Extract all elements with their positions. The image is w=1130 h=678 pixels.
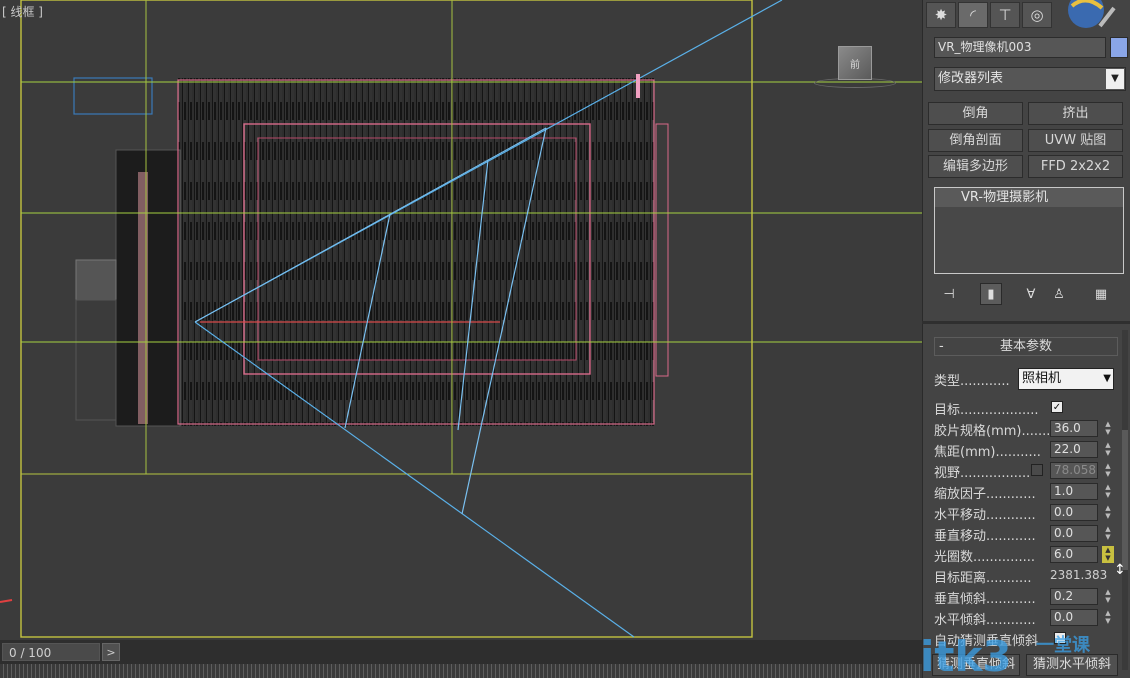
type-value: 照相机 [1022, 371, 1062, 386]
stack-item[interactable]: VR-物理摄影机 [935, 188, 1123, 207]
create-icon[interactable]: ✸ [926, 2, 956, 28]
chevron-down-icon: ▼ [1103, 373, 1111, 384]
spinner-arrows-icon[interactable]: ▲ ▼ [1102, 609, 1114, 626]
type-dropdown[interactable]: 照相机 ▼ [1018, 368, 1114, 390]
collapse-icon: - [939, 339, 944, 354]
time-next-button[interactable]: > [102, 643, 120, 661]
fov-checkbox[interactable] [1031, 464, 1043, 476]
zoom-factor-field[interactable]: 1.0 [1050, 483, 1098, 500]
spinner-arrows-icon[interactable]: ▲ ▼ [1102, 504, 1114, 521]
track-bar[interactable] [0, 664, 922, 678]
viewport-label[interactable]: [ 线框 ] [2, 3, 43, 20]
scene-plant [75, 259, 117, 301]
remove-modifier-icon[interactable]: ♙ [1048, 283, 1070, 305]
resize-cursor-icon: ↕ [1114, 562, 1126, 578]
modify-icon[interactable]: ◜ [958, 2, 988, 28]
spinner-arrows-icon[interactable]: ▲ ▼ [1102, 420, 1114, 437]
modifier-stack[interactable]: VR-物理摄影机 [934, 187, 1124, 274]
spinner-arrows-icon[interactable]: ▲ ▼ [1102, 546, 1114, 563]
vertical-shift-field[interactable]: 0.0 [1050, 525, 1098, 542]
fov-label: 视野................. [934, 466, 1031, 481]
watermark-logo: itk3 一堂课 [920, 632, 1091, 677]
spinner-arrows-icon[interactable]: ▲ ▼ [1102, 588, 1114, 605]
modifier-list-label: 修改器列表 [938, 71, 1004, 86]
horizontal-tilt-label: 水平倾斜............ [934, 613, 1036, 628]
spinner-arrows-icon[interactable]: ▲ ▼ [1102, 483, 1114, 500]
f-number-field[interactable]: 6.0 [1050, 546, 1098, 563]
object-color-swatch[interactable] [1110, 37, 1128, 58]
type-label: 类型............ [934, 374, 1010, 389]
bevel-profile-button[interactable]: 倒角剖面 [928, 129, 1023, 152]
stack-tools: ⊣ ▮ ∀ ♙ ▦ [934, 283, 1124, 305]
film-gate-field[interactable]: 36.0 [1050, 420, 1098, 437]
uvw-map-button[interactable]: UVW 贴图 [1028, 129, 1123, 152]
chevron-down-icon: ▼ [1106, 69, 1124, 89]
panel-tabs: ✸ ◜ ⊤ ◎ [926, 2, 1052, 30]
rollout-title: 基本参数 [999, 339, 1052, 354]
target-checkbox[interactable]: ✓ [1051, 401, 1063, 413]
watermark-subtext: 一堂课 [1036, 634, 1091, 656]
vertical-tilt-field[interactable]: 0.2 [1050, 588, 1098, 605]
extrude-button[interactable]: 挤出 [1028, 102, 1123, 125]
scene-blue-box [73, 77, 153, 115]
motion-icon[interactable]: ◎ [1022, 2, 1052, 28]
vertical-shift-label: 垂直移动............ [934, 529, 1036, 544]
app-logo-icon [1068, 0, 1116, 28]
viewcube[interactable]: 前 [838, 46, 872, 80]
zoom-factor-label: 缩放因子............ [934, 487, 1036, 502]
show-end-result-icon[interactable]: ▮ [980, 283, 1002, 305]
horizontal-tilt-field[interactable]: 0.0 [1050, 609, 1098, 626]
object-name-field[interactable]: VR_物理像机003 [934, 37, 1106, 58]
pin-stack-icon[interactable]: ⊣ [938, 283, 960, 305]
watermark-text: itk3 [920, 632, 1012, 677]
vertical-tilt-label: 垂直倾斜............ [934, 592, 1036, 607]
hierarchy-icon[interactable]: ⊤ [990, 2, 1020, 28]
camera-target[interactable] [636, 74, 640, 98]
horizontal-shift-field[interactable]: 0.0 [1050, 504, 1098, 521]
panel-scroll-thumb[interactable] [1122, 430, 1128, 570]
viewport[interactable]: [ 线框 ] 前 [0, 0, 922, 640]
focal-length-field[interactable]: 22.0 [1050, 441, 1098, 458]
fov-field[interactable]: 78.058 [1050, 462, 1098, 479]
make-unique-icon[interactable]: ∀ [1020, 283, 1042, 305]
target-label: 目标................... [934, 403, 1039, 418]
spinner-arrows-icon[interactable]: ▲ ▼ [1102, 441, 1114, 458]
panel-divider [922, 321, 1130, 324]
film-gate-label: 胶片规格(mm)....... [934, 424, 1051, 439]
scene-cabinet [75, 299, 117, 421]
spinner-arrows-icon[interactable]: ▲ ▼ [1102, 525, 1114, 542]
edit-poly-button[interactable]: 编辑多边形 [928, 155, 1023, 178]
target-distance-label: 目标距离........... [934, 571, 1032, 586]
focal-length-label: 焦距(mm)........... [934, 445, 1041, 460]
time-slider[interactable]: 0 / 100 [2, 643, 100, 661]
f-number-label: 光圈数............... [934, 550, 1035, 565]
target-distance-value: 2381.383 [1050, 568, 1108, 582]
configure-sets-icon[interactable]: ▦ [1090, 283, 1112, 305]
horizontal-shift-label: 水平移动............ [934, 508, 1036, 523]
wireframe-scene [0, 0, 922, 638]
ffd-button[interactable]: FFD 2x2x2 [1028, 155, 1123, 178]
bevel-button[interactable]: 倒角 [928, 102, 1023, 125]
modifier-list-dropdown[interactable]: 修改器列表 ▼ [934, 67, 1126, 91]
spinner-arrows-icon[interactable]: ▲ ▼ [1102, 462, 1114, 479]
rollout-header[interactable]: - 基本参数 [934, 337, 1118, 356]
